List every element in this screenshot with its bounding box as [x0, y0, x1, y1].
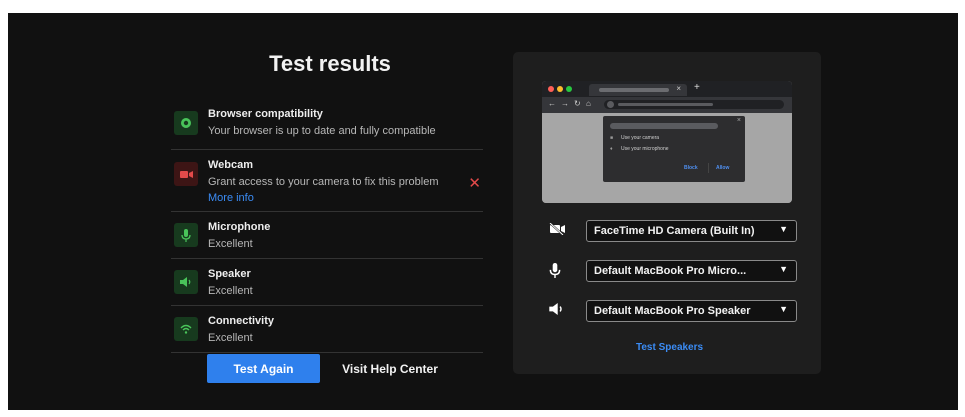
- test-speakers-link[interactable]: Test Speakers: [636, 342, 703, 353]
- browser-permission-preview: × + ← → ↻ ⌂ × ■ Use your camera ♦ Use your…: [542, 81, 792, 203]
- tab-close-icon: ×: [676, 84, 681, 93]
- speaker-icon: [174, 270, 198, 294]
- reload-icon: ↻: [574, 99, 581, 108]
- page-title: Test results: [269, 51, 391, 76]
- back-icon: ←: [548, 99, 556, 108]
- result-connectivity: Connectivity Excellent: [171, 306, 483, 353]
- visit-help-center-link[interactable]: Visit Help Center: [335, 354, 445, 383]
- address-bar: [604, 100, 784, 109]
- result-name: Speaker: [208, 268, 251, 280]
- test-again-button[interactable]: Test Again: [207, 354, 320, 383]
- speaker-select[interactable]: Default MacBook Pro Speaker ▼: [586, 300, 797, 322]
- maximize-dot-icon: [566, 86, 572, 92]
- new-tab-icon: +: [694, 82, 700, 93]
- microphone-icon: [549, 263, 567, 279]
- result-desc: Excellent: [208, 238, 253, 250]
- microphone-icon: [174, 223, 198, 247]
- camera-row: FaceTime HD Camera (Built In) ▼: [549, 220, 799, 242]
- minimize-dot-icon: [557, 86, 563, 92]
- home-icon: ⌂: [586, 99, 591, 108]
- close-dot-icon: [548, 86, 554, 92]
- popup-camera-line: ■ Use your camera: [610, 135, 660, 141]
- chevron-down-icon: ▼: [779, 224, 788, 234]
- result-desc: Grant access to your camera to fix this …: [208, 176, 439, 188]
- result-desc: Excellent: [208, 285, 253, 297]
- forward-icon: →: [561, 99, 569, 108]
- result-microphone: Microphone Excellent: [171, 212, 483, 259]
- error-x-icon: ✕: [468, 175, 481, 192]
- result-browser: Browser compatibility Your browser is up…: [171, 103, 483, 150]
- result-webcam: Webcam Grant access to your camera to fi…: [171, 150, 483, 212]
- speaker-row: Default MacBook Pro Speaker ▼: [549, 300, 799, 322]
- popup-close-icon: ×: [736, 117, 741, 124]
- speaker-icon: [549, 303, 567, 319]
- browser-tabbar: × +: [542, 81, 792, 97]
- webcam-icon: [174, 162, 198, 186]
- popup-mic-line: ♦ Use your microphone: [610, 146, 669, 152]
- result-speaker: Speaker Excellent: [171, 259, 483, 306]
- result-name: Connectivity: [208, 315, 275, 327]
- results-list: Browser compatibility Your browser is up…: [171, 103, 483, 353]
- camera-off-icon: [549, 222, 567, 239]
- result-desc: Excellent: [208, 332, 253, 344]
- chevron-down-icon: ▼: [779, 264, 788, 274]
- more-info-link[interactable]: More info: [208, 191, 438, 205]
- device-panel: × + ← → ↻ ⌂ × ■ Use your camera ♦ Use your…: [513, 52, 821, 374]
- result-name: Webcam: [208, 159, 254, 171]
- microphone-select[interactable]: Default MacBook Pro Micro... ▼: [586, 260, 797, 282]
- chevron-down-icon: ▼: [779, 304, 788, 314]
- camera-select[interactable]: FaceTime HD Camera (Built In) ▼: [586, 220, 797, 242]
- wifi-icon: [174, 317, 198, 341]
- result-desc: Your browser is up to date and fully com…: [208, 125, 436, 137]
- browser-toolbar: ← → ↻ ⌂: [542, 97, 792, 113]
- result-name: Microphone: [208, 221, 271, 233]
- chrome-icon: [174, 111, 198, 135]
- result-name: Browser compatibility: [208, 108, 323, 120]
- browser-tab: ×: [589, 84, 687, 96]
- microphone-row: Default MacBook Pro Micro... ▼: [549, 260, 799, 282]
- call-check-screen: Test results Browser compatibility Your …: [8, 13, 958, 410]
- camera-small-icon: ■: [610, 135, 614, 141]
- permission-popup: × ■ Use your camera ♦ Use your microphone …: [603, 116, 745, 182]
- mic-small-icon: ♦: [610, 146, 613, 152]
- allow-button: Allow: [716, 165, 730, 171]
- block-button: Block: [684, 165, 698, 171]
